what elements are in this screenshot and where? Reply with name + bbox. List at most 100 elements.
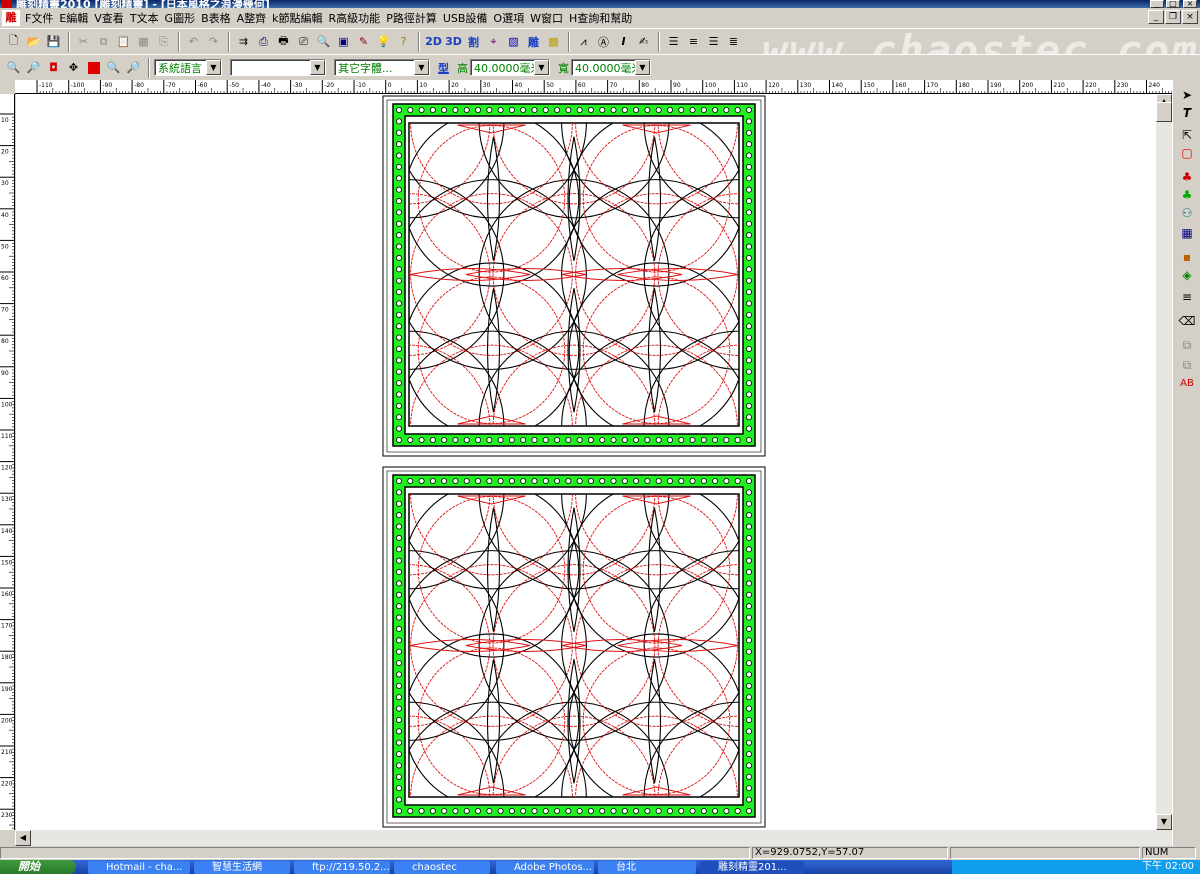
zoom-out-icon[interactable]: 🔎 bbox=[24, 58, 43, 77]
task-chaostec[interactable]: chaostec bbox=[394, 861, 490, 874]
drawing-canvas[interactable] bbox=[16, 94, 1172, 830]
width-input[interactable]: 40.0000毫米 ▼ bbox=[571, 59, 651, 76]
open-folder-icon[interactable]: 📂 bbox=[24, 32, 43, 51]
undo-icon[interactable]: ↶ bbox=[184, 32, 203, 51]
import-icon[interactable]: ⇉ bbox=[234, 32, 253, 51]
scroll-left-icon[interactable]: ◀ bbox=[15, 830, 31, 846]
horizontal-ruler[interactable]: -110 -100 -90 -80 -70 -60 -50 -40 -30 -20 -10 0 10 20… bbox=[15, 80, 1172, 94]
font-name-select[interactable]: ▼ bbox=[230, 59, 326, 76]
italic-icon[interactable]: I bbox=[614, 32, 633, 51]
type-button[interactable]: 型 bbox=[438, 60, 449, 76]
menu-window[interactable]: W窗口 bbox=[527, 10, 566, 26]
font-style-select[interactable]: 其它字體... ▼ bbox=[334, 59, 430, 76]
scroll-thumb[interactable] bbox=[1156, 102, 1172, 122]
rectangle-tool-icon[interactable]: ▢ bbox=[1177, 144, 1197, 162]
menu-help[interactable]: H查詢和幫助 bbox=[566, 10, 635, 26]
outline-color-icon[interactable]: ♣ bbox=[1177, 186, 1197, 204]
height-input[interactable]: 40.0000毫米 ▼ bbox=[470, 59, 550, 76]
help-bulb-icon[interactable]: ? bbox=[394, 32, 413, 51]
select-arrow-icon[interactable]: ➤ bbox=[1177, 86, 1197, 104]
copy-icon[interactable]: ⧉ bbox=[94, 32, 113, 51]
zoom-in-icon[interactable]: 🔍 bbox=[4, 58, 23, 77]
vertical-scrollbar[interactable]: ▲ ▼ bbox=[1156, 94, 1172, 830]
mdi-restore-button[interactable]: ❐ bbox=[1165, 10, 1181, 24]
clone-icon[interactable]: ⎘ bbox=[154, 32, 173, 51]
task-hotmail[interactable]: Hotmail - cha... bbox=[88, 861, 190, 874]
align-tool-icon[interactable]: ⩘ bbox=[574, 32, 593, 51]
paste-icon[interactable]: 📋 bbox=[114, 32, 133, 51]
menu-options[interactable]: O選項 bbox=[490, 10, 527, 26]
export-icon[interactable]: ⎙ bbox=[254, 32, 273, 51]
bucket-tool-icon[interactable]: ◈ bbox=[1177, 266, 1197, 284]
menu-node-edit[interactable]: k節點編輯 bbox=[269, 10, 325, 26]
paste-special-icon[interactable]: ▦ bbox=[134, 32, 153, 51]
print-preview-icon[interactable]: 🔍 bbox=[314, 32, 333, 51]
palette-tool-icon[interactable]: ▪ bbox=[1177, 248, 1197, 266]
lightbulb-icon[interactable]: 💡 bbox=[374, 32, 393, 51]
layer-down-icon[interactable]: ⧉ bbox=[1177, 356, 1197, 374]
vertical-ruler[interactable]: 10 20 30 40 50 60 70 80 90 100 110 120 130 140 150 160 1… bbox=[0, 94, 15, 830]
layer-up-icon[interactable]: ⧉ bbox=[1177, 336, 1197, 354]
color-palette-icon[interactable]: ▩ bbox=[544, 32, 563, 51]
node-edit-icon[interactable]: ⇱ bbox=[1177, 126, 1197, 144]
mdi-close-button[interactable]: × bbox=[1182, 10, 1198, 24]
maximize-button[interactable]: □ bbox=[1166, 0, 1180, 8]
table-tool-icon[interactable]: ▦ bbox=[1177, 224, 1197, 242]
print-icon[interactable]: 🖶 bbox=[274, 32, 293, 51]
menu-usb-device[interactable]: USB設備 bbox=[440, 10, 491, 26]
paragraph-tool-icon[interactable]: ≡ bbox=[1177, 288, 1197, 306]
path-icon[interactable]: ⌖ bbox=[484, 32, 503, 51]
redo-icon[interactable]: ↷ bbox=[204, 32, 223, 51]
text-fit-icon[interactable]: AB bbox=[1177, 374, 1197, 392]
start-button[interactable]: 開始 bbox=[0, 860, 76, 874]
language-select[interactable]: 系統語言 ▼ bbox=[154, 59, 222, 76]
align-right-icon[interactable]: ☰ bbox=[704, 32, 723, 51]
close-button[interactable]: × bbox=[1183, 0, 1197, 8]
zoom-page-icon[interactable]: ◘ bbox=[44, 58, 63, 77]
frame-icon[interactable]: ▣ bbox=[334, 32, 353, 51]
shape-tool-icon[interactable]: ⚇ bbox=[1177, 204, 1197, 222]
text-edit-icon[interactable]: ✍ bbox=[634, 32, 653, 51]
task-taipei[interactable]: 台北 bbox=[598, 861, 696, 874]
menu-path-calc[interactable]: P路徑計算 bbox=[383, 10, 440, 26]
task-carving-app[interactable]: 雕刻精靈201... bbox=[700, 861, 804, 874]
pan-icon[interactable]: ✥ bbox=[64, 58, 83, 77]
fill-color-icon[interactable]: ♣ bbox=[1177, 168, 1197, 186]
chevron-down-icon[interactable]: ▼ bbox=[414, 60, 429, 75]
mode-3d-button[interactable]: 3D bbox=[444, 32, 463, 51]
cut-icon[interactable]: ✂ bbox=[74, 32, 93, 51]
menu-align[interactable]: A整齊 bbox=[234, 10, 270, 26]
zoom-fit-icon[interactable]: 🔎 bbox=[124, 58, 143, 77]
chevron-down-icon[interactable]: ▼ bbox=[206, 60, 221, 75]
chevron-down-icon[interactable]: ▼ bbox=[310, 60, 325, 75]
mode-2d-button[interactable]: 2D bbox=[424, 32, 443, 51]
eraser-tool-icon[interactable]: ⌫ bbox=[1177, 312, 1197, 330]
brush-icon[interactable]: ✎ bbox=[354, 32, 373, 51]
align-left-icon[interactable]: ☰ bbox=[664, 32, 683, 51]
align-center-icon[interactable]: ≡ bbox=[684, 32, 703, 51]
menu-advanced[interactable]: R高級功能 bbox=[326, 10, 384, 26]
text-box-icon[interactable]: Ⓐ bbox=[594, 32, 613, 51]
task-smart-life[interactable]: 智慧生活網 bbox=[194, 861, 290, 874]
menu-view[interactable]: V查看 bbox=[91, 10, 127, 26]
mdi-minimize-button[interactable]: _ bbox=[1148, 10, 1164, 24]
horizontal-scrollbar[interactable]: ◀ bbox=[15, 830, 1172, 846]
menu-edit[interactable]: E編輯 bbox=[56, 10, 91, 26]
zoom-selection-icon[interactable] bbox=[84, 58, 103, 77]
cut-mode-button[interactable]: 割 bbox=[464, 32, 483, 51]
minimize-button[interactable]: _ bbox=[1150, 0, 1164, 8]
carve-mode-button[interactable]: 雕 bbox=[524, 32, 543, 51]
scroll-down-icon[interactable]: ▼ bbox=[1156, 814, 1172, 830]
task-ftp[interactable]: ftp://219.50.2... bbox=[294, 861, 390, 874]
chevron-down-icon[interactable]: ▼ bbox=[534, 60, 549, 75]
menu-table[interactable]: B表格 bbox=[198, 10, 234, 26]
menu-text[interactable]: T文本 bbox=[127, 10, 162, 26]
task-photoshop[interactable]: Adobe Photos... bbox=[496, 861, 594, 874]
save-icon[interactable]: 💾 bbox=[44, 32, 63, 51]
hatch-icon[interactable]: ▨ bbox=[504, 32, 523, 51]
zoom-all-icon[interactable]: 🔍 bbox=[104, 58, 123, 77]
chevron-down-icon[interactable]: ▼ bbox=[635, 60, 650, 75]
text-tool-icon[interactable]: T bbox=[1177, 104, 1197, 122]
menu-file[interactable]: F文件 bbox=[22, 10, 56, 26]
menu-graphics[interactable]: G圖形 bbox=[162, 10, 199, 26]
